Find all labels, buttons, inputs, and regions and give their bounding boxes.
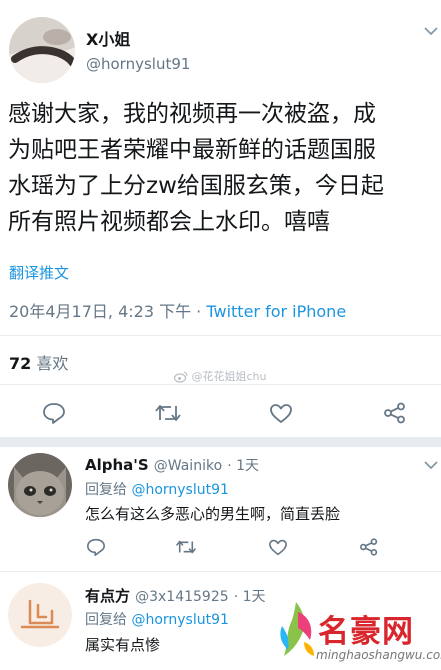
reply-prefix: 回复给 — [85, 482, 132, 498]
likes-row[interactable]: 72 喜欢 — [9, 350, 68, 374]
chevron-down-icon[interactable] — [424, 26, 438, 36]
retweet-icon[interactable] — [175, 539, 197, 555]
main-avatar[interactable] — [9, 17, 75, 83]
tweet-text-line: 水瑶为了上分zw给国服玄策，今日起 — [8, 173, 384, 199]
main-handle[interactable]: @hornyslut91 — [86, 55, 190, 73]
like-icon[interactable] — [269, 403, 293, 424]
reply-time: · 1天 — [233, 589, 266, 605]
site-logo-text: 名豪网 — [318, 614, 414, 650]
reply-to-link[interactable]: @hornyslut91 — [131, 612, 228, 628]
reply-text: 怎么有这么多恶心的男生啊，简直丢脸 — [85, 505, 341, 523]
reply-context: 回复给 @hornyslut91 — [85, 479, 229, 499]
tweet-text-line: 感谢大家，我的视频再一次被盗，成 — [8, 101, 376, 127]
like-icon[interactable] — [268, 539, 288, 556]
reply-prefix: 回复给 — [85, 612, 132, 628]
tweet-source[interactable]: Twitter for iPhone — [206, 302, 346, 321]
reply-header: Alpha'S @Wainiko · 1天 — [85, 455, 259, 475]
reply-display-name[interactable]: 有点方 — [85, 587, 130, 605]
watermark-text: @花花姐姐chu — [191, 370, 267, 383]
tweet-text-line: 所有照片视频都会上水印。嘻嘻 — [8, 209, 330, 235]
weibo-icon — [174, 371, 188, 383]
retweet-icon[interactable] — [154, 403, 182, 423]
reply-text: 属实有点惨 — [85, 636, 161, 654]
reply-avatar[interactable] — [8, 583, 72, 647]
chevron-down-icon[interactable] — [424, 460, 438, 470]
reply-icon[interactable] — [42, 402, 66, 424]
reply-time: · 1天 — [227, 458, 260, 474]
likes-label: 喜欢 — [36, 354, 69, 373]
share-icon[interactable] — [383, 402, 407, 424]
reply-icon[interactable] — [86, 538, 106, 556]
share-icon[interactable] — [359, 538, 379, 556]
translate-link[interactable]: 翻译推文 — [9, 262, 69, 283]
reply-handle[interactable]: @3x1415925 — [135, 589, 229, 605]
reply-context: 回复给 @hornyslut91 — [85, 609, 229, 629]
center-watermark: @花花姐姐chu — [174, 368, 267, 384]
site-logo-url: minghaoshangwu.com — [316, 648, 441, 662]
likes-count: 72 — [9, 354, 32, 373]
site-logo-mark — [280, 602, 314, 656]
reply-display-name[interactable]: Alpha'S — [85, 456, 149, 474]
tweet-text: 感谢大家，我的视频再一次被盗，成 为贴吧王者荣耀中最新鲜的话题国服 水瑶为了上分… — [8, 96, 384, 240]
reply-to-link[interactable]: @hornyslut91 — [131, 482, 228, 498]
reply-header: 有点方 @3x1415925 · 1天 — [85, 585, 266, 606]
main-display-name[interactable]: X小姐 — [86, 26, 130, 50]
reply-handle[interactable]: @Wainiko — [154, 458, 222, 474]
tweet-meta: 20年4月17日, 4:23 下午 · Twitter for iPhone — [9, 298, 346, 322]
tweet-timestamp: 20年4月17日, 4:23 下午 · — [9, 302, 207, 321]
reply-avatar[interactable] — [8, 453, 72, 517]
site-logo: 名豪网 minghaoshangwu.com — [270, 598, 441, 670]
tweet-text-line: 为贴吧王者荣耀中最新鲜的话题国服 — [8, 137, 376, 163]
